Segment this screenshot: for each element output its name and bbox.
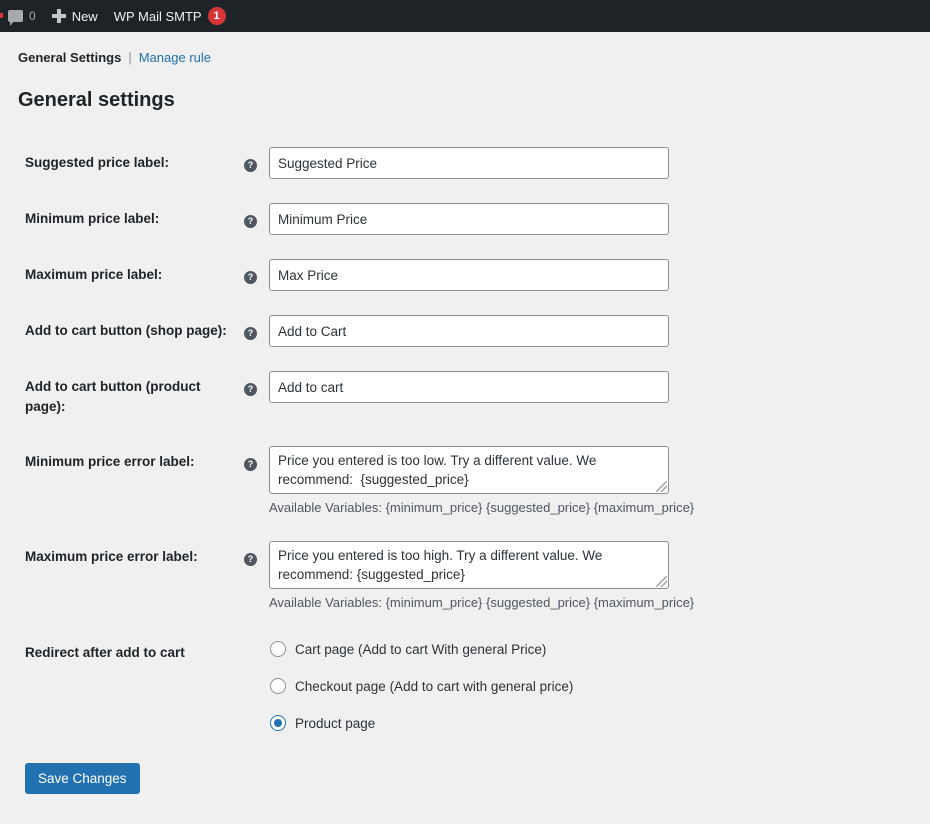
radio-option[interactable]: Checkout page (Add to cart with general … — [270, 668, 717, 705]
field-label: Suggested price label: — [25, 155, 170, 170]
form-row: Suggested price label:? — [18, 135, 718, 191]
form-row: Maximum price error label:? Available Var… — [18, 529, 718, 624]
help-icon[interactable]: ? — [244, 159, 257, 172]
field-cell — [269, 303, 718, 359]
field-label: Minimum price error label: — [25, 454, 195, 470]
setting-text-input[interactable] — [269, 147, 669, 179]
general-settings-form: Suggested price label:?Minimum price lab… — [18, 135, 718, 743]
field-label: Add to cart button (product page): — [25, 379, 201, 414]
help-icon[interactable]: ? — [244, 553, 257, 567]
subnav-item-general-settings[interactable]: General Settings — [18, 50, 121, 65]
admin-bar: 0 New WP Mail SMTP 1 — [0, 0, 930, 32]
admin-bar-edge-marker — [0, 13, 3, 18]
form-rows: Suggested price label:?Minimum price lab… — [18, 135, 718, 743]
help-cell: ? — [244, 359, 269, 434]
field-label: Minimum price label: — [25, 211, 160, 226]
plus-icon — [51, 9, 66, 23]
help-cell: ? — [244, 303, 269, 359]
wp-mail-smtp-badge: 1 — [207, 7, 226, 25]
textarea-wrapper — [269, 446, 669, 495]
help-icon[interactable]: ? — [244, 458, 257, 472]
radio-option-label: Checkout page (Add to cart with general … — [295, 678, 574, 694]
redirect-label: Redirect after add to cart — [25, 644, 185, 660]
radio-option-label: Cart page (Add to cart With general Pric… — [295, 641, 547, 657]
admin-bar-wp-mail-smtp[interactable]: WP Mail SMTP 1 — [106, 0, 234, 32]
field-label: Maximum price error label: — [25, 549, 198, 565]
wp-mail-smtp-label: WP Mail SMTP — [113, 8, 202, 24]
field-label: Maximum price label: — [25, 267, 163, 282]
redirect-options: Cart page (Add to cart With general Pric… — [269, 625, 718, 743]
help-icon[interactable]: ? — [244, 271, 257, 284]
setting-text-input[interactable] — [269, 259, 669, 291]
form-row: Add to cart button (shop page):? — [18, 303, 718, 359]
radio-option[interactable]: Product page — [270, 705, 717, 742]
page-title: General settings — [18, 89, 175, 111]
available-variables-text: Available Variables: {minimum_price} {su… — [269, 500, 695, 516]
help-icon[interactable]: ? — [244, 327, 257, 340]
radio-button[interactable] — [270, 641, 286, 657]
field-cell — [269, 135, 718, 191]
save-changes-button[interactable]: Save Changes — [25, 762, 140, 794]
textarea-wrapper — [269, 541, 669, 590]
help-cell: ? — [244, 191, 269, 247]
radio-option[interactable]: Cart page (Add to cart With general Pric… — [270, 631, 717, 668]
redirect-spacer-cell — [244, 625, 269, 743]
help-cell: ? — [244, 529, 269, 624]
settings-subnav: General Settings | Manage rule — [18, 32, 912, 65]
help-cell: ? — [244, 434, 269, 529]
field-label: Add to cart button (shop page): — [25, 323, 227, 338]
field-cell — [269, 191, 718, 247]
radio-button[interactable] — [270, 678, 286, 694]
field-cell: Available Variables: {minimum_price} {su… — [269, 529, 718, 624]
help-icon[interactable]: ? — [244, 383, 257, 396]
form-row: Maximum price label:? — [18, 247, 718, 303]
comments-count: 0 — [29, 9, 36, 23]
error-message-textarea[interactable] — [269, 446, 669, 495]
form-row: Minimum price error label:? Available Var… — [18, 434, 718, 529]
subnav-separator: | — [128, 50, 132, 65]
redirect-row: Redirect after add to cart Cart page (Add… — [18, 625, 718, 743]
error-message-textarea[interactable] — [269, 541, 669, 590]
setting-text-input[interactable] — [269, 315, 669, 347]
help-cell: ? — [244, 135, 269, 191]
subnav-item-manage-rule[interactable]: Manage rule — [139, 50, 211, 65]
comment-bubble-icon — [8, 10, 23, 26]
available-variables-text: Available Variables: {minimum_price} {su… — [269, 595, 695, 611]
field-cell: Available Variables: {minimum_price} {su… — [269, 434, 718, 529]
setting-text-input[interactable] — [269, 371, 669, 403]
admin-bar-new[interactable]: New — [44, 0, 106, 32]
field-cell — [269, 359, 718, 434]
setting-text-input[interactable] — [269, 203, 669, 235]
help-icon[interactable]: ? — [244, 215, 257, 228]
form-row: Add to cart button (product page):? — [18, 359, 718, 434]
help-cell: ? — [244, 247, 269, 303]
new-label: New — [71, 8, 98, 24]
form-row: Minimum price label:? — [18, 191, 718, 247]
field-cell — [269, 247, 718, 303]
radio-option-label: Product page — [295, 715, 376, 731]
radio-button-selected[interactable] — [270, 715, 286, 731]
admin-bar-comments[interactable]: 0 — [0, 0, 44, 32]
